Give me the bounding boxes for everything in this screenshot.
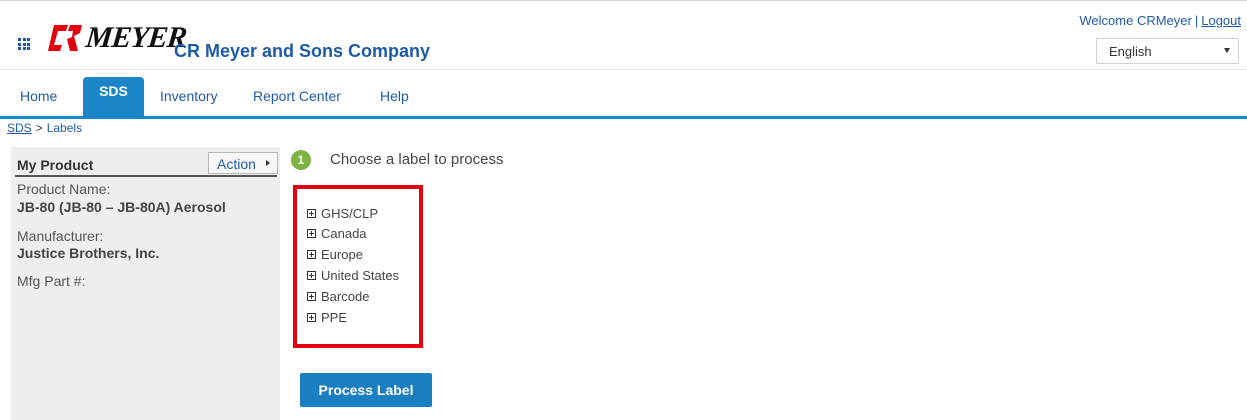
nav-tab-inventory[interactable]: Inventory (160, 88, 218, 104)
product-name-label: Product Name: (17, 181, 111, 197)
breadcrumb-current: Labels (46, 121, 83, 135)
tree-item-label: United States (321, 268, 400, 283)
tree-item-canada[interactable]: Canada (307, 226, 367, 241)
nav-tab-help[interactable]: Help (380, 88, 409, 104)
tree-item-barcode[interactable]: Barcode (307, 289, 369, 304)
product-sidebar: My Product Action Product Name: JB-80 (J… (11, 147, 280, 420)
breadcrumb-sds-link[interactable]: SDS (7, 121, 32, 135)
expand-plus-icon[interactable] (307, 229, 316, 238)
caret-right-icon (266, 160, 270, 166)
expand-plus-icon[interactable] (307, 271, 316, 280)
nav-tab-home[interactable]: Home (20, 88, 57, 104)
action-button[interactable]: Action (208, 152, 278, 174)
step-number-badge: 1 (291, 150, 311, 170)
tree-item-label: Barcode (321, 289, 370, 304)
nav-tab-sds[interactable]: SDS (83, 77, 144, 116)
expand-plus-icon[interactable] (307, 209, 316, 218)
expand-plus-icon[interactable] (307, 250, 316, 259)
tree-item-label: GHS/CLP (321, 206, 379, 221)
tree-item-label: Canada (321, 226, 367, 241)
language-select[interactable]: English (1096, 38, 1239, 64)
language-value: English (1109, 44, 1152, 59)
tree-item-label: Europe (321, 247, 363, 262)
company-logo[interactable]: MEYER (46, 21, 188, 55)
tree-item-europe[interactable]: Europe (307, 247, 363, 262)
tree-item-united-states[interactable]: United States (307, 268, 399, 283)
welcome-text: Welcome CRMeyer (1079, 13, 1192, 28)
mfg-part-label: Mfg Part #: (17, 273, 86, 289)
logo-text: MEYER (84, 21, 188, 54)
manufacturer-value: Justice Brothers, Inc. (17, 245, 160, 261)
logout-link[interactable]: Logout (1201, 13, 1241, 28)
sidebar-header: My Product Action (15, 152, 278, 177)
tree-item-ppe[interactable]: PPE (307, 310, 347, 325)
expand-plus-icon[interactable] (307, 292, 316, 301)
tree-item-ghs-clp[interactable]: GHS/CLP (307, 206, 378, 221)
product-name-value: JB-80 (JB-80 – JB-80A) Aerosol (17, 199, 226, 215)
logo-mark-icon (48, 25, 82, 51)
dropdown-caret-icon (1224, 48, 1230, 53)
app-header: MEYER CR Meyer and Sons Company Welcome … (0, 1, 1247, 70)
welcome-separator: | (1194, 13, 1199, 28)
welcome-bar: Welcome CRMeyer | Logout (1079, 13, 1241, 28)
sidebar-title: My Product (17, 157, 94, 173)
company-name: CR Meyer and Sons Company (174, 41, 431, 61)
manufacturer-label: Manufacturer: (17, 228, 104, 244)
label-tree-box: GHS/CLP Canada Europe United States Barc… (293, 185, 423, 348)
action-label: Action (217, 156, 256, 172)
breadcrumb: SDS > Labels (7, 121, 82, 135)
step-instruction: Choose a label to process (330, 151, 504, 168)
breadcrumb-separator: > (35, 121, 43, 135)
process-label-button[interactable]: Process Label (300, 373, 432, 407)
nav-tab-report-center[interactable]: Report Center (253, 88, 341, 104)
expand-plus-icon[interactable] (307, 313, 316, 322)
main-nav: Home SDS Inventory Report Center Help (0, 77, 1247, 119)
grid-icon[interactable] (18, 38, 30, 50)
tree-item-label: PPE (321, 310, 348, 325)
